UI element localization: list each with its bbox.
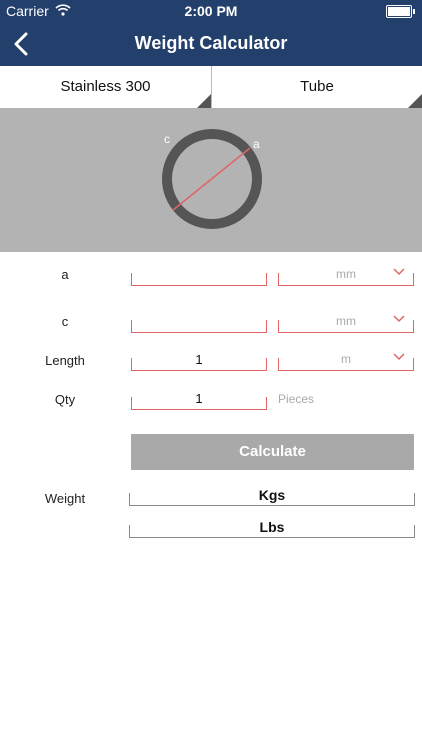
status-bar: Carrier 2:00 PM [0,0,422,22]
material-label: Stainless 300 [60,78,151,95]
length-input[interactable]: 1 [131,352,267,371]
label-length-field: Length [45,353,85,368]
a-input[interactable] [131,273,267,286]
label-c-field: c [61,314,69,329]
shape-diagram: c a [0,108,422,252]
length-value: 1 [195,352,203,367]
nav-header: Carrier 2:00 PM Weight Calculator [0,0,422,66]
lbs-label: Lbs [259,519,285,535]
kgs-result: Kgs [129,487,415,506]
weight-label: Weight [44,491,86,506]
page-title: Weight Calculator [134,33,288,53]
length-unit-select[interactable]: m [278,352,414,371]
chevron-down-icon [393,315,405,323]
battery-icon [386,5,415,18]
label-qty-field: Qty [54,392,76,407]
c-unit-select[interactable]: mm [278,314,414,333]
label-a-field: a [61,267,69,282]
pieces-label: Pieces [278,392,315,406]
label-a: a [253,137,260,151]
kgs-label: Kgs [258,487,286,503]
tube-diagram: c a [162,129,262,229]
clock: 2:00 PM [184,3,238,19]
qty-input[interactable]: 1 [131,391,267,410]
chevron-down-icon [393,268,405,276]
label-c: c [164,132,170,146]
shape-label: Tube [300,78,334,95]
diameter-line [172,147,251,211]
shape-selector[interactable]: Tube [212,66,422,109]
dropdown-corner-icon [408,94,422,108]
selector-bar: Stainless 300 Tube [0,66,422,109]
qty-value: 1 [195,391,203,406]
material-selector[interactable]: Stainless 300 [0,66,212,109]
chevron-down-icon [393,353,405,361]
calculate-button[interactable]: Calculate [131,434,414,470]
dropdown-corner-icon [197,94,211,108]
lbs-result: Lbs [129,519,415,538]
a-unit-select[interactable]: mm [278,267,414,286]
c-input[interactable] [131,320,267,333]
